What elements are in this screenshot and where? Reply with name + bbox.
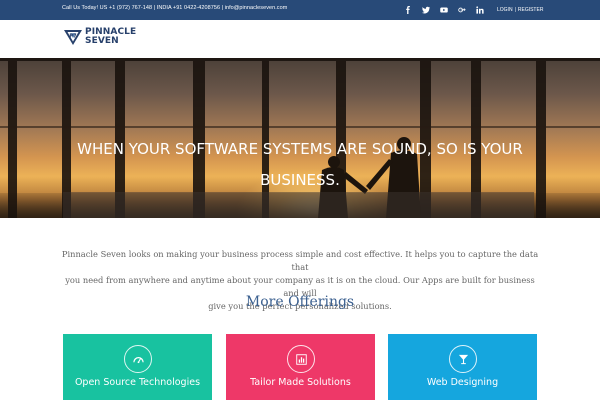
social-links (403, 3, 484, 17)
offering-card-open-source[interactable]: Open Source Technologies (63, 334, 212, 400)
bar-chart-icon (287, 345, 315, 373)
offering-card-tailor-made[interactable]: Tailor Made Solutions (226, 334, 375, 400)
svg-text:P7: P7 (69, 33, 77, 39)
offering-card-label: Tailor Made Solutions (250, 377, 351, 388)
intro-line: Pinnacle Seven looks on making your busi… (61, 249, 539, 272)
offering-card-label: Web Designing (426, 377, 499, 388)
facebook-icon[interactable] (403, 6, 412, 15)
youtube-icon[interactable] (439, 6, 448, 15)
offering-card-label: Open Source Technologies (74, 377, 201, 388)
twitter-icon[interactable] (421, 6, 430, 15)
offerings-heading: More Offerings (245, 294, 355, 310)
hero-banner (0, 58, 600, 218)
logo-text-line2: SEVEN (85, 36, 119, 46)
linkedin-icon[interactable] (475, 6, 484, 15)
logo-mark-icon: P7 (64, 30, 82, 45)
site-logo[interactable]: P7 PINNACLE SEVEN (63, 27, 136, 47)
login-link[interactable]: LOGIN (497, 7, 513, 13)
register-link[interactable]: REGISTER (518, 7, 544, 13)
dashboard-icon (124, 345, 152, 373)
hero-caption-box (63, 192, 534, 218)
site-header: P7 PINNACLE SEVEN (0, 20, 600, 58)
offering-card-web-designing[interactable]: Web Designing (388, 334, 537, 400)
glass-icon (449, 345, 477, 373)
auth-separator: | (514, 7, 516, 13)
google-plus-icon[interactable] (457, 6, 466, 15)
auth-links: LOGIN | REGISTER (497, 7, 543, 13)
contact-info: Call Us Today! US +1 (972) 767-148 | IND… (62, 5, 288, 11)
top-bar: Call Us Today! US +1 (972) 767-148 | IND… (0, 0, 600, 20)
